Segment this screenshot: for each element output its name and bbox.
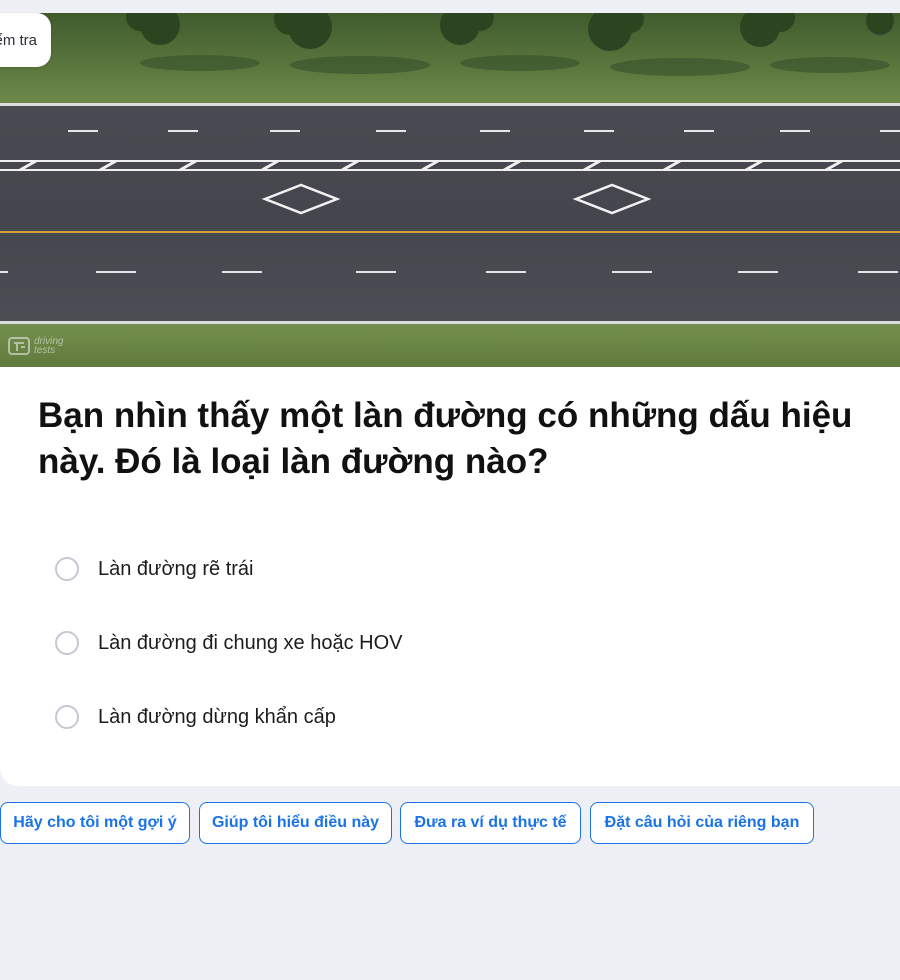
explain-button[interactable]: Giúp tôi hiểu điều này	[199, 802, 392, 844]
ask-own-question-button[interactable]: Đặt câu hỏi của riêng bạn	[590, 802, 814, 844]
answer-option-1-label: Làn đường rẽ trái	[98, 557, 254, 580]
radio-button-1[interactable]	[55, 557, 79, 581]
yellow-center-line	[0, 231, 900, 233]
driving-tests-watermark: driving tests	[8, 335, 63, 357]
hint-button[interactable]: Hãy cho tôi một gợi ý	[0, 802, 190, 844]
radio-button-2[interactable]	[55, 631, 79, 655]
watermark-line-2: tests	[34, 345, 56, 356]
check-tab[interactable]: Kiểm tra	[0, 13, 51, 67]
road-edge-bottom	[0, 321, 900, 324]
answer-option-3[interactable]: Làn đường dừng khẩn cấp	[55, 702, 336, 732]
real-example-button[interactable]: Đưa ra ví dụ thực tế	[400, 802, 581, 844]
road-scene-image	[0, 13, 900, 367]
answer-option-3-label: Làn đường dừng khẩn cấp	[98, 705, 336, 728]
driving-tests-logo-icon	[8, 337, 30, 355]
bottom-grass	[0, 324, 900, 367]
answer-option-2-label: Làn đường đi chung xe hoặc HOV	[98, 631, 403, 654]
question-text: Bạn nhìn thấy một làn đường có những dấu…	[38, 396, 853, 481]
road-surface	[0, 103, 900, 325]
radio-button-3[interactable]	[55, 705, 79, 729]
answer-option-1[interactable]: Làn đường rẽ trái	[55, 554, 253, 584]
answer-option-2[interactable]: Làn đường đi chung xe hoặc HOV	[55, 628, 402, 658]
check-tab-label: Kiểm tra	[0, 31, 37, 49]
road-edge-top	[0, 103, 900, 106]
